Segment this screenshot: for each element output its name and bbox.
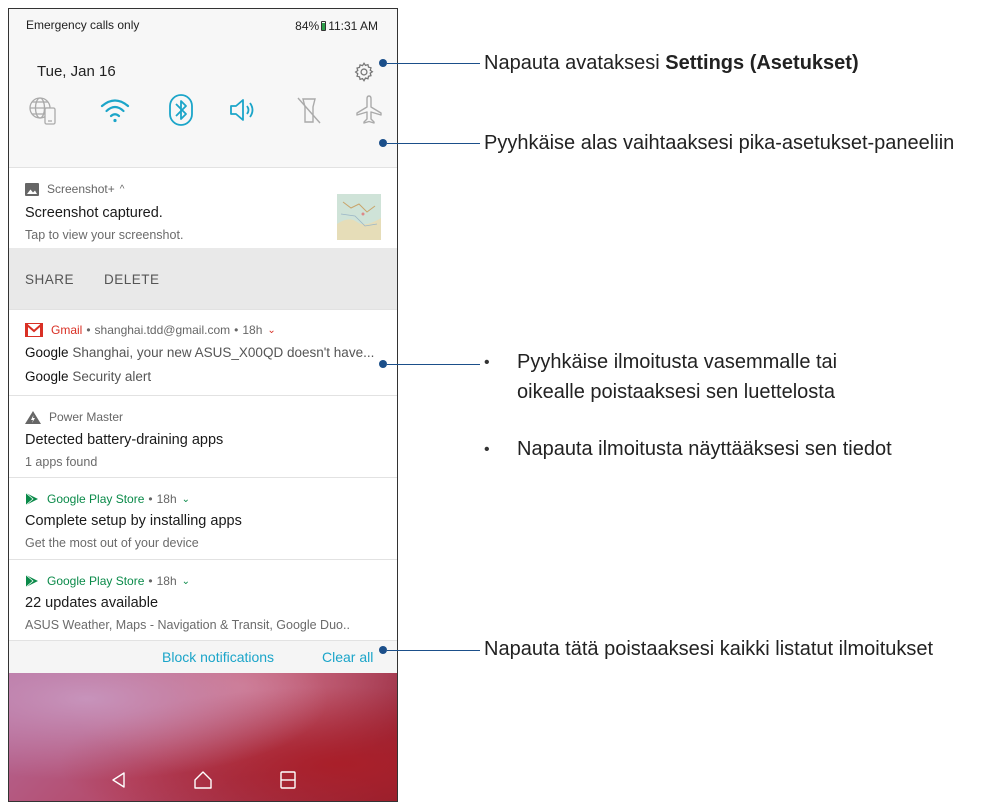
notification-age: 18h	[242, 323, 263, 337]
notification-title: Complete setup by installing apps	[25, 513, 242, 529]
callout-swipe-notification: Pyyhkäise ilmoitusta vasemmalle tai oike…	[517, 347, 837, 407]
chevron-down-icon[interactable]: ⌄	[182, 494, 190, 505]
date-label: Tue, Jan 16	[37, 63, 116, 80]
notification-text: Tap to view your screenshot.	[25, 228, 184, 242]
bullet: •	[484, 354, 490, 371]
gear-icon[interactable]	[353, 61, 375, 83]
notification-gmail[interactable]: Gmail • shanghai.tdd@gmail.com • 18h ⌄ G…	[9, 309, 397, 395]
app-row: Screenshot+ ^	[25, 182, 124, 196]
callout-settings-prefix: Napauta avataksesi	[484, 52, 666, 74]
callout-line-clear-all	[387, 649, 480, 651]
notification-title: Detected battery-draining apps	[25, 432, 224, 448]
wifi-icon[interactable]	[99, 93, 131, 127]
battery-percent: 84%	[295, 19, 320, 33]
message-preview: Shanghai, your new ASUS_X00QD doesn't ha…	[72, 345, 375, 360]
quick-settings-panel[interactable]: Tue, Jan 16	[9, 39, 397, 167]
notification-actions: SHARE DELETE	[9, 248, 397, 310]
gmail-line-2: Google Security alert	[25, 369, 381, 384]
bluetooth-icon[interactable]	[165, 93, 197, 127]
battery-icon	[321, 21, 327, 31]
app-row: Power Master	[25, 410, 123, 424]
notification-title: 22 updates available	[25, 595, 159, 611]
carrier-status: Emergency calls only	[26, 18, 140, 32]
phone-screen: Emergency calls only 84% 11:31 AM Tue, J…	[8, 8, 398, 802]
callout-dot-swipe-down	[379, 139, 387, 147]
app-name: Power Master	[49, 410, 124, 424]
callout-clear-all: Napauta tätä poistaaksesi kaikki listatu…	[484, 638, 934, 660]
callout-settings: Napauta avataksesi Settings (Asetukset)	[484, 52, 859, 75]
wallpaper	[9, 673, 397, 801]
volume-icon[interactable]	[227, 93, 259, 127]
notification-play-store[interactable]: Google Play Store • 18h ⌄ Complete setup…	[9, 477, 397, 559]
flashlight-off-icon[interactable]	[293, 93, 325, 127]
chevron-down-icon[interactable]: ⌄	[267, 325, 275, 336]
callout-settings-bold: Settings (Asetukset)	[665, 52, 859, 74]
clear-all-button[interactable]: Clear all	[322, 649, 373, 665]
quick-settings-icons	[27, 93, 383, 129]
callout-swipe-down: Pyyhkäise alas vaihtaaksesi pika-asetuks…	[484, 132, 955, 154]
app-row: Google Play Store • 18h ⌄	[25, 492, 190, 506]
callout-line-swipe-down	[387, 142, 480, 144]
gmail-line-1: Google Shanghai, your new ASUS_X00QD doe…	[25, 345, 381, 360]
home-icon[interactable]	[192, 769, 214, 791]
app-name: Gmail	[51, 323, 83, 337]
screenshot-thumbnail[interactable]	[337, 194, 381, 240]
block-notifications-button[interactable]: Block notifications	[162, 649, 274, 665]
bullet: •	[484, 441, 490, 458]
chevron-down-icon[interactable]: ⌄	[182, 576, 190, 587]
app-name: Google Play Store	[47, 574, 145, 588]
app-name: Screenshot+	[47, 182, 115, 196]
notification-age: 18h	[156, 492, 177, 506]
sender: Google	[25, 369, 69, 384]
callout-tap-notification: Napauta ilmoitusta näyttääksesi sen tied…	[517, 438, 892, 460]
app-name: Google Play Store	[47, 492, 145, 506]
delete-button[interactable]: DELETE	[104, 272, 160, 287]
notification-screenshot[interactable]: Screenshot+ ^ Screenshot captured. Tap t…	[9, 167, 397, 310]
power-master-icon	[25, 410, 41, 424]
callout-dot-settings	[379, 59, 387, 67]
globe-phone-icon[interactable]	[27, 93, 59, 127]
navigation-bar	[9, 757, 397, 801]
chevron-up-icon[interactable]: ^	[120, 184, 125, 195]
sender: Google	[25, 345, 69, 360]
callout-swipe-line-1: Pyyhkäise ilmoitusta vasemmalle tai	[517, 351, 838, 373]
notification-text: 1 apps found	[25, 455, 98, 469]
callout-dot-clear-all	[379, 646, 387, 654]
notification-text: ASUS Weather, Maps - Navigation & Transi…	[25, 618, 350, 632]
callout-line-notification	[387, 363, 480, 365]
status-right: 84% 11:31 AM	[295, 19, 378, 33]
callout-dot-notification	[379, 360, 387, 368]
image-icon	[25, 182, 39, 196]
play-store-icon	[25, 492, 38, 506]
callout-swipe-line-2: oikealle poistaaksesi sen luettelosta	[517, 381, 835, 403]
app-row: Gmail • shanghai.tdd@gmail.com • 18h ⌄	[25, 323, 276, 337]
notification-age: 18h	[156, 574, 177, 588]
airplane-mode-icon[interactable]	[353, 93, 385, 127]
clock: 11:31 AM	[328, 19, 378, 33]
notification-power-master[interactable]: Power Master Detected battery-draining a…	[9, 395, 397, 477]
notification-footer: Block notifications Clear all	[9, 640, 397, 673]
notification-text: Get the most out of your device	[25, 536, 199, 550]
notification-play-store-updates[interactable]: Google Play Store • 18h ⌄ 22 updates ava…	[9, 559, 397, 640]
message-preview: Security alert	[72, 369, 152, 384]
notification-list: Screenshot+ ^ Screenshot captured. Tap t…	[9, 167, 397, 673]
gmail-icon	[25, 323, 43, 337]
status-bar: Emergency calls only 84% 11:31 AM	[9, 9, 397, 39]
notification-title: Screenshot captured.	[25, 205, 163, 221]
play-store-icon	[25, 574, 38, 588]
recent-apps-icon[interactable]	[277, 769, 299, 791]
app-row: Google Play Store • 18h ⌄	[25, 574, 190, 588]
account-email: shanghai.tdd@gmail.com	[94, 323, 231, 337]
share-button[interactable]: SHARE	[25, 272, 74, 287]
callout-line-settings	[387, 62, 480, 64]
back-icon[interactable]	[108, 769, 130, 791]
